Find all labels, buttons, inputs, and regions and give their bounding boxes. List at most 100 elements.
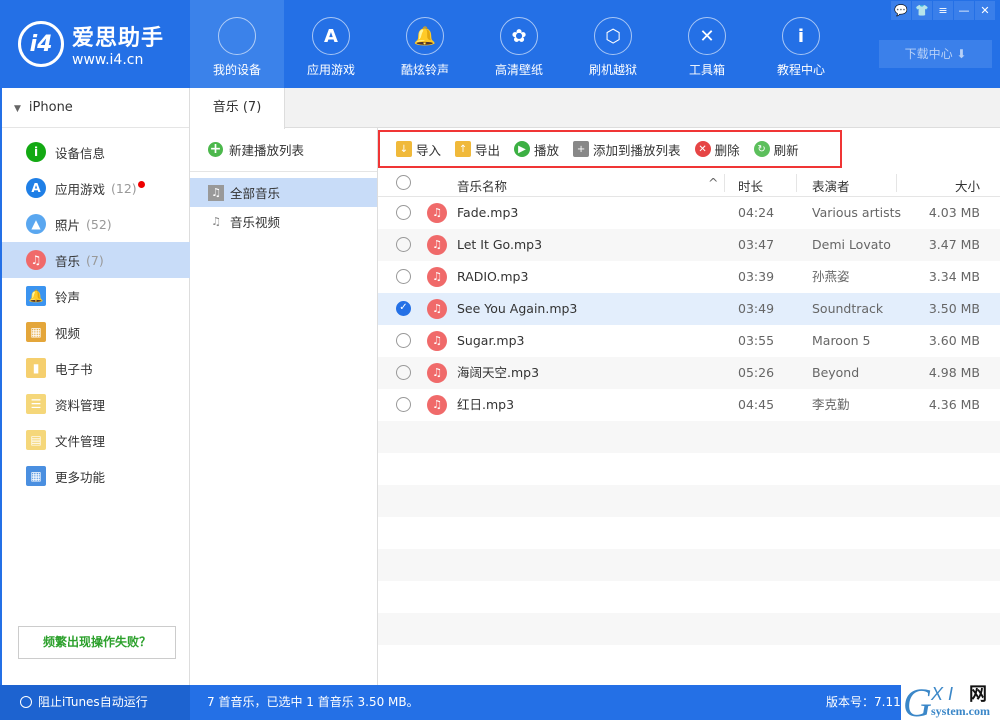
select-all-checkbox[interactable] <box>396 175 411 190</box>
track-size: 3.50 MB <box>928 301 980 316</box>
sidebar-item-6[interactable]: ▮ 电子书 <box>2 350 190 386</box>
row-checkbox[interactable] <box>396 365 411 380</box>
music-note-icon: ♫ <box>208 184 224 201</box>
playlist-label: 音乐视频 <box>230 215 281 230</box>
table-row[interactable]: ♫ 海阔天空.mp3 05:26 Beyond 4.98 MB <box>378 357 1000 389</box>
help-button[interactable]: 频繁出现操作失败？ <box>18 626 176 659</box>
column-name[interactable]: 音乐名称 <box>457 176 507 195</box>
menu-icon[interactable]: ≡ <box>933 1 953 20</box>
nav-tab-6[interactable]: i 教程中心 <box>754 0 848 88</box>
table-row[interactable]: ♫ Let It Go.mp3 03:47 Demi Lovato 3.47 MB <box>378 229 1000 261</box>
toolbar-button-3[interactable]: + 添加到播放列表 <box>573 140 681 159</box>
track-artist: Maroon 5 <box>812 333 871 348</box>
tools-icon: ✕ <box>688 17 726 55</box>
toolbar-button-label: 删除 <box>714 142 740 158</box>
nav-tab-1[interactable]: A 应用游戏 <box>284 0 378 88</box>
row-checkbox[interactable] <box>396 237 411 252</box>
row-checkbox[interactable] <box>396 333 411 348</box>
playlist-item[interactable]: ♫ 全部音乐 <box>190 178 377 207</box>
track-duration: 04:45 <box>738 397 775 412</box>
sidebar-item-9[interactable]: ▦ 更多功能 <box>2 458 190 494</box>
new-playlist-label: 新建播放列表 <box>229 143 305 158</box>
toolbar-button-0[interactable]: ↓ 导入 <box>396 140 441 159</box>
delete-icon: ✕ <box>694 141 711 157</box>
toolbar-button-5[interactable]: ↻ 刷新 <box>753 140 799 159</box>
track-size: 4.36 MB <box>928 397 980 412</box>
sidebar-item-count: (12) <box>111 180 137 196</box>
sidebar-item-label: 铃声 <box>55 289 81 305</box>
toolbar-button-1[interactable]: ↑ 导出 <box>455 140 500 159</box>
nav-tab-label: 工具箱 <box>688 63 725 77</box>
table-row[interactable]: ♫ 红日.mp3 04:45 李克勤 4.36 MB <box>378 389 1000 421</box>
row-checkbox[interactable] <box>396 269 411 284</box>
music-note-icon: ♫ <box>427 331 447 351</box>
tab-music[interactable]: 音乐 (7) <box>190 88 285 129</box>
nav-tab-5[interactable]: ✕ 工具箱 <box>660 0 754 88</box>
sidebar-item-label: 资料管理 <box>55 397 106 413</box>
sidebar-item-5[interactable]: ▦ 视频 <box>2 314 190 350</box>
svg-text:G: G <box>903 682 932 720</box>
toolbar-button-2[interactable]: ▶ 播放 <box>514 140 559 159</box>
new-playlist-button[interactable]: + 新建播放列表 <box>190 128 377 172</box>
track-name: See You Again.mp3 <box>457 301 578 316</box>
table-row[interactable]: ✓ ♫ See You Again.mp3 03:49 Soundtrack 3.50 M… <box>378 293 1000 325</box>
sidebar-item-label: 应用游戏 <box>55 181 106 197</box>
row-checkbox[interactable] <box>396 205 411 220</box>
empty-row <box>378 421 1000 453</box>
app-name: 爱思助手 <box>72 26 165 51</box>
sidebar-item-0[interactable]: i 设备信息 <box>2 134 190 170</box>
toolbar-button-4[interactable]: ✕ 删除 <box>694 140 740 159</box>
sidebar-item-7[interactable]: ☰ 资料管理 <box>2 386 190 422</box>
block-itunes-toggle[interactable]: 阻止iTunes自动运行 <box>0 685 190 720</box>
playlist-item[interactable]: ♫ 音乐视频 <box>190 207 377 236</box>
toolbar-button-label: 导出 <box>475 142 501 158</box>
empty-row <box>378 485 1000 517</box>
track-name: RADIO.mp3 <box>457 269 529 284</box>
caret-down-icon: ▼ <box>14 104 21 114</box>
download-center-button[interactable]: 下载中心 ⬇ <box>879 40 992 68</box>
track-size: 3.34 MB <box>928 269 980 284</box>
column-artist[interactable]: 表演者 <box>812 176 850 195</box>
skin-icon[interactable]: 👕 <box>912 1 932 20</box>
table-row[interactable]: ♫ Fade.mp3 04:24 Various artists 4.03 MB <box>378 197 1000 229</box>
sidebar-item-8[interactable]: ▤ 文件管理 <box>2 422 190 458</box>
column-size[interactable]: 大小 <box>955 176 980 195</box>
device-selector[interactable]: ▼ iPhone <box>2 88 189 128</box>
svg-text:网: 网 <box>969 684 987 705</box>
track-duration: 03:49 <box>738 301 775 316</box>
feedback-icon[interactable]: 💬 <box>891 1 911 20</box>
sidebar-item-2[interactable]: ▲ 照片 (52) <box>2 206 190 242</box>
nav-tab-0[interactable]: 我的设备 <box>190 0 284 88</box>
music-note-icon: ♫ <box>427 395 447 415</box>
toolbar: ↓ 导入 ↑ 导出 ▶ 播放 + 添加到播放列表 ✕ 删除 ↻ 刷新 <box>378 130 842 168</box>
nav-tab-2[interactable]: 🔔 酷炫铃声 <box>378 0 472 88</box>
sort-asc-icon[interactable]: ^ <box>708 175 718 190</box>
refresh-icon: ↻ <box>753 141 770 157</box>
music-note-icon: ♫ <box>427 203 447 223</box>
toolbar-button-label: 刷新 <box>773 142 799 158</box>
export-icon: ↑ <box>455 141 472 157</box>
bell-icon: 🔔 <box>406 17 444 55</box>
status-bar: 阻止iTunes自动运行 7 首音乐，已选中 1 首音乐 3.50 MB。 版本… <box>0 685 1000 720</box>
nav-tab-4[interactable]: ⬡ 刷机越狱 <box>566 0 660 88</box>
sidebar-item-3[interactable]: ♫ 音乐 (7) <box>2 242 190 278</box>
sidebar-item-label: 视频 <box>55 325 81 341</box>
row-checkbox[interactable]: ✓ <box>396 301 411 316</box>
track-duration: 05:26 <box>738 365 775 380</box>
minimize-icon[interactable]: — <box>954 1 974 20</box>
svg-text:system.com: system.com <box>931 704 990 718</box>
track-duration: 04:24 <box>738 205 775 220</box>
sidebar-item-4[interactable]: 🔔 铃声 <box>2 278 190 314</box>
sidebar-item-label: 照片 <box>55 217 81 233</box>
row-checkbox[interactable] <box>396 397 411 412</box>
toolbar-button-label: 播放 <box>534 142 560 158</box>
close-icon[interactable]: ✕ <box>975 1 995 20</box>
column-duration[interactable]: 时长 <box>738 176 763 195</box>
nav-tab-3[interactable]: ✿ 高清壁纸 <box>472 0 566 88</box>
empty-row <box>378 613 1000 645</box>
table-row[interactable]: ♫ Sugar.mp3 03:55 Maroon 5 3.60 MB <box>378 325 1000 357</box>
device-name: iPhone <box>28 100 73 115</box>
table-row[interactable]: ♫ RADIO.mp3 03:39 孙燕姿 3.34 MB <box>378 261 1000 293</box>
track-name: 红日.mp3 <box>457 397 515 412</box>
sidebar-item-1[interactable]: A 应用游戏 (12) <box>2 170 190 206</box>
